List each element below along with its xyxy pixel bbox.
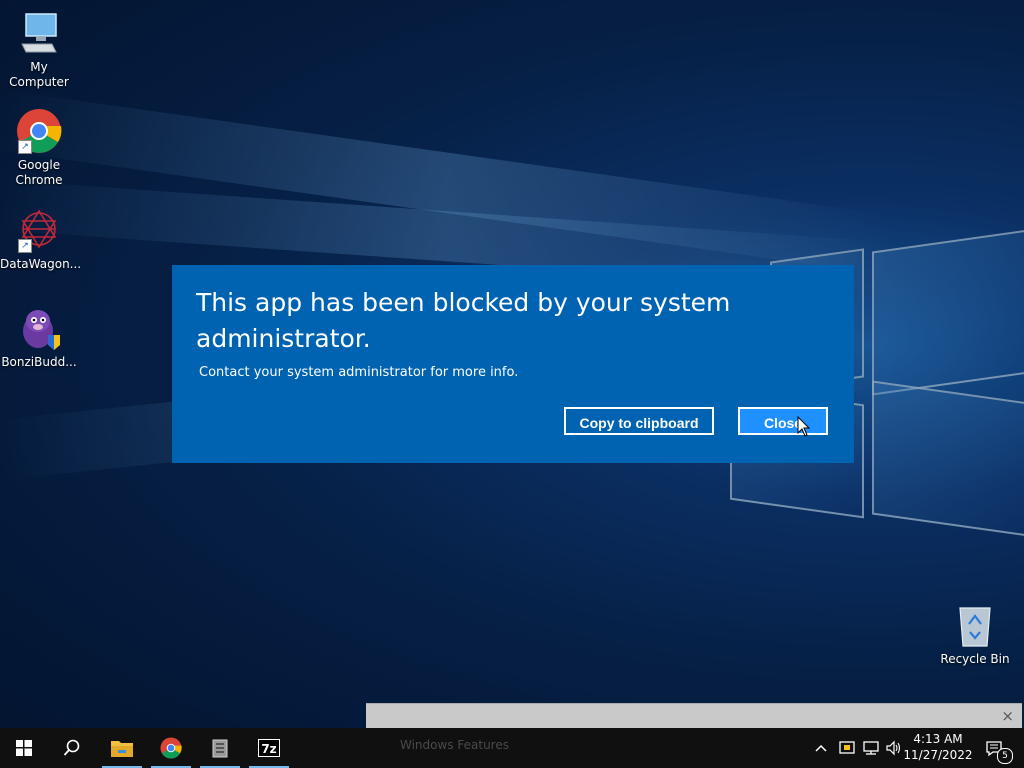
show-hidden-icons-button[interactable] bbox=[814, 728, 828, 768]
dialog-message: Contact your system administrator for mo… bbox=[199, 365, 519, 380]
security-icon bbox=[839, 741, 855, 754]
dialog-title: This app has been blocked by your system… bbox=[196, 288, 731, 353]
chevron-up-icon bbox=[815, 744, 827, 752]
tray-volume-icon[interactable] bbox=[885, 728, 903, 768]
shortcut-arrow-icon: ↗ bbox=[18, 140, 32, 154]
recycle-bin-icon bbox=[952, 602, 998, 648]
7zip-icon: 7z bbox=[258, 739, 280, 757]
computer-icon bbox=[16, 10, 62, 56]
chrome-icon: ↗ bbox=[16, 108, 62, 154]
windows-start-icon bbox=[16, 740, 32, 756]
search-icon bbox=[63, 739, 80, 756]
taskbar-clock[interactable]: 4:13 AM 11/27/2022 bbox=[902, 731, 974, 763]
desktop-icon-bonzibuddy[interactable]: BonziBudd... bbox=[0, 305, 78, 370]
tray-security-icon[interactable] bbox=[838, 728, 856, 768]
app-blocked-dialog: This app has been blocked by your system… bbox=[172, 265, 854, 463]
archive-icon bbox=[212, 739, 228, 758]
shortcut-arrow-icon: ↗ bbox=[18, 239, 32, 253]
clock-date: 11/27/2022 bbox=[903, 748, 973, 762]
taskbar: 7z Windows Features 4:13 AM 11/27/2022 5 bbox=[0, 728, 1024, 768]
taskbar-archive-manager[interactable] bbox=[196, 728, 244, 768]
notification-banner: × bbox=[366, 703, 1022, 729]
copy-to-clipboard-button[interactable]: Copy to clipboard bbox=[564, 407, 714, 435]
action-center-button[interactable]: 5 bbox=[984, 728, 1013, 768]
close-button[interactable]: Close bbox=[738, 407, 828, 435]
svg-text:7z: 7z bbox=[261, 742, 276, 756]
network-icon bbox=[863, 741, 879, 755]
bonzibuddy-icon bbox=[16, 305, 62, 351]
notification-title: Windows Features bbox=[400, 738, 509, 752]
notification-count-badge: 5 bbox=[997, 748, 1013, 764]
folder-icon bbox=[111, 741, 133, 757]
start-button[interactable] bbox=[0, 728, 48, 768]
datawagon-icon: ↗ bbox=[16, 207, 62, 253]
desktop-icon-datawagon[interactable]: ↗ DataWagon... bbox=[0, 207, 81, 272]
desktop-icon-my-computer[interactable]: My Computer bbox=[0, 10, 78, 90]
tray-network-icon[interactable] bbox=[862, 728, 880, 768]
taskbar-7zip[interactable]: 7z bbox=[245, 728, 293, 768]
taskbar-google-chrome[interactable] bbox=[147, 728, 195, 768]
clock-time: 4:13 AM bbox=[913, 732, 963, 746]
chrome-icon bbox=[160, 737, 182, 759]
taskbar-file-explorer[interactable] bbox=[98, 728, 146, 768]
notification-close-icon[interactable]: × bbox=[1001, 707, 1014, 725]
desktop-icon-google-chrome[interactable]: ↗ Google Chrome bbox=[0, 108, 78, 188]
volume-icon bbox=[886, 740, 901, 756]
search-button[interactable] bbox=[48, 728, 96, 768]
desktop-icon-recycle-bin[interactable]: Recycle Bin bbox=[936, 602, 1014, 667]
